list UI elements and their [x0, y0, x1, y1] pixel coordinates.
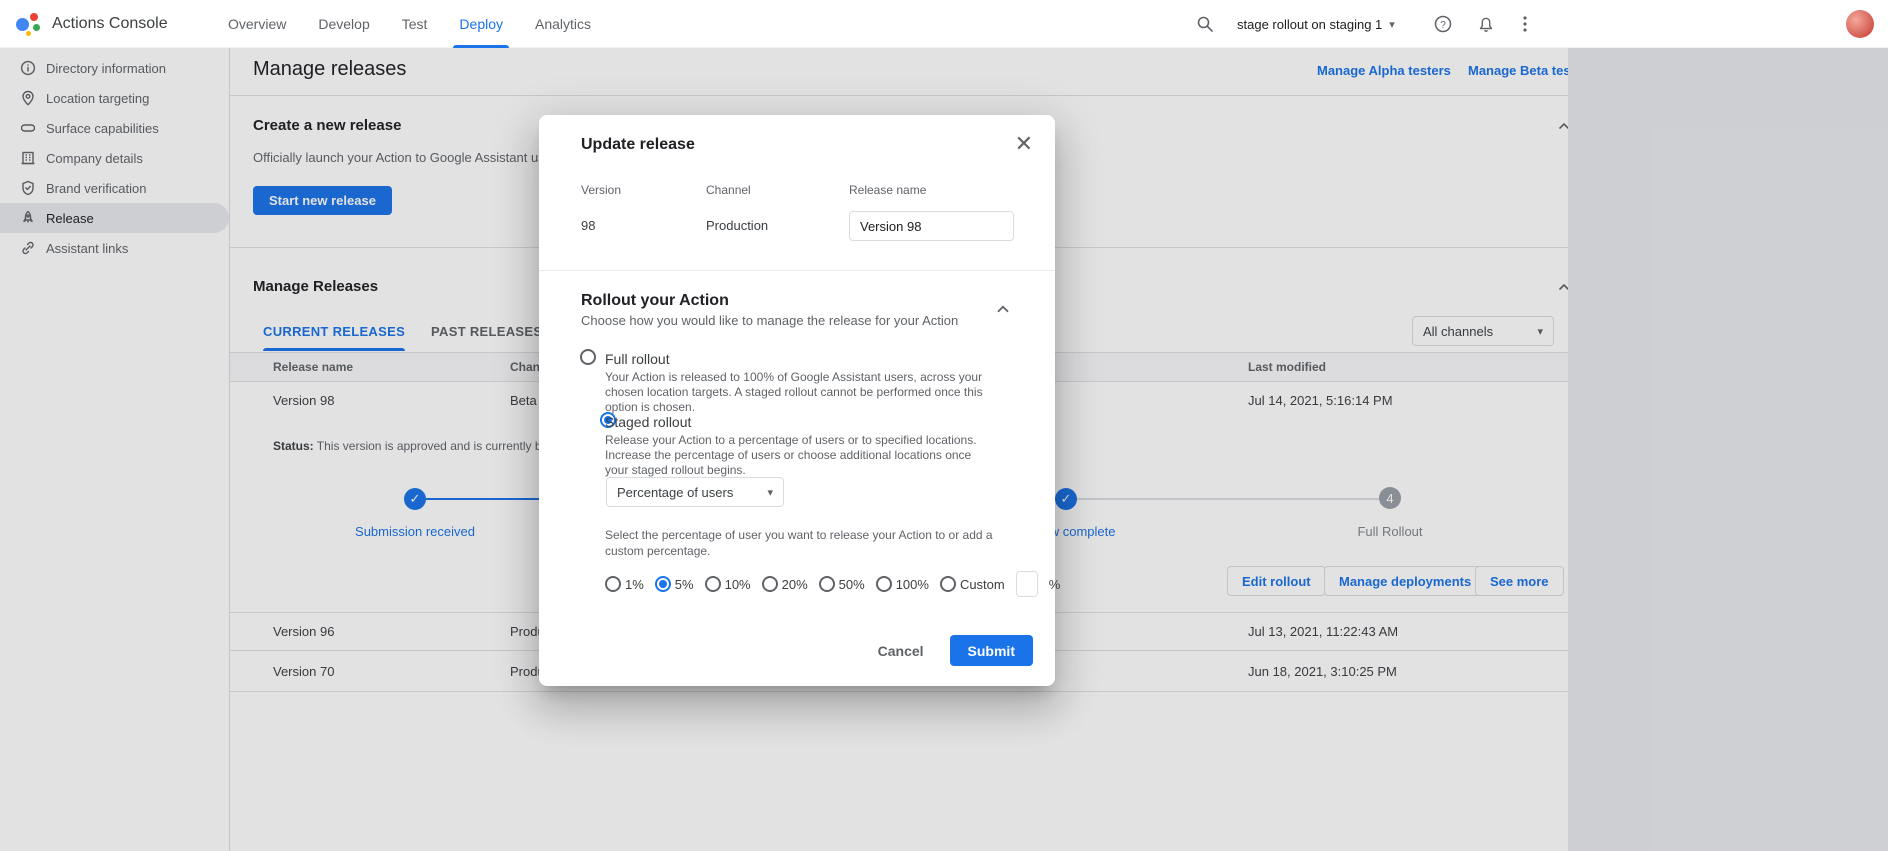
search-icon[interactable]: [1195, 14, 1215, 34]
release-name-label: Release name: [849, 183, 926, 197]
percentage-option-label: Custom: [960, 577, 1005, 592]
nav-tab-test[interactable]: Test: [386, 0, 444, 48]
dialog-title: Update release: [581, 136, 695, 154]
app-title: Actions Console: [52, 0, 168, 48]
version-label: Version: [581, 183, 621, 197]
user-avatar[interactable]: [1846, 10, 1874, 38]
full-rollout-label: Full rollout: [605, 351, 670, 367]
update-release-dialog: Update release ✕ Version Channel Release…: [539, 115, 1055, 686]
percentage-option-label: 10%: [725, 577, 751, 592]
percentage-option-20[interactable]: 20%: [762, 576, 808, 592]
rollout-section-subtitle: Choose how you would like to manage the …: [581, 313, 958, 328]
close-icon[interactable]: ✕: [1015, 134, 1033, 154]
chevron-down-icon: ▾: [767, 486, 773, 499]
percentage-option-label: 20%: [782, 577, 808, 592]
percentage-option-5[interactable]: 5%: [655, 576, 694, 592]
nav-tab-develop[interactable]: Develop: [302, 0, 385, 48]
collapse-rollout-icon[interactable]: [994, 300, 1012, 318]
radio-icon: [940, 576, 956, 592]
nav-tab-analytics[interactable]: Analytics: [519, 0, 607, 48]
radio-icon: [655, 576, 671, 592]
help-icon[interactable]: ?: [1433, 14, 1453, 34]
project-selector[interactable]: stage rollout on staging 1 ▾: [1237, 0, 1395, 48]
project-selector-label: stage rollout on staging 1: [1237, 17, 1382, 32]
channel-value: Production: [706, 211, 768, 241]
chevron-down-icon: ▾: [1389, 18, 1395, 31]
rollout-section-title: Rollout your Action: [581, 292, 729, 310]
radio-icon: [705, 576, 721, 592]
percentage-options: 1% 5% 10% 20% 50% 100% Custom %: [605, 571, 1060, 597]
nav-tab-overview[interactable]: Overview: [212, 0, 302, 48]
svg-text:?: ?: [1440, 20, 1446, 31]
percentage-option-label: 1%: [625, 577, 644, 592]
percentage-option-50[interactable]: 50%: [819, 576, 865, 592]
full-rollout-radio[interactable]: [580, 349, 596, 365]
cancel-button[interactable]: Cancel: [878, 643, 924, 659]
percentage-option-label: 50%: [839, 577, 865, 592]
app-header: Actions Console Overview Develop Test De…: [0, 0, 1888, 48]
notifications-icon[interactable]: [1476, 14, 1496, 34]
radio-icon: [762, 576, 778, 592]
radio-icon: [819, 576, 835, 592]
percent-unit-label: %: [1049, 577, 1061, 592]
percentage-option-custom[interactable]: Custom: [940, 576, 1005, 592]
radio-icon: [605, 576, 621, 592]
submit-button[interactable]: Submit: [950, 635, 1033, 666]
percentage-option-label: 100%: [896, 577, 929, 592]
dialog-actions: Cancel Submit: [878, 635, 1033, 666]
percentage-option-100[interactable]: 100%: [876, 576, 929, 592]
rollout-type-value: Percentage of users: [617, 485, 733, 500]
dialog-divider: [539, 270, 1055, 271]
nav-tab-deploy[interactable]: Deploy: [443, 0, 519, 48]
version-value: 98: [581, 211, 595, 241]
percentage-option-label: 5%: [675, 577, 694, 592]
release-name-input[interactable]: [849, 211, 1014, 241]
staged-rollout-label: Staged rollout: [605, 414, 691, 430]
radio-icon: [876, 576, 892, 592]
staged-rollout-description: Release your Action to a percentage of u…: [605, 433, 997, 478]
more-vert-icon[interactable]: [1518, 14, 1532, 34]
channel-label: Channel: [706, 183, 751, 197]
rollout-type-select[interactable]: Percentage of users ▾: [606, 477, 784, 507]
custom-percentage-input[interactable]: [1016, 571, 1038, 597]
main-nav: Overview Develop Test Deploy Analytics: [212, 0, 607, 48]
percentage-note: Select the percentage of user you want t…: [605, 527, 995, 559]
percentage-option-1[interactable]: 1%: [605, 576, 644, 592]
percentage-option-10[interactable]: 10%: [705, 576, 751, 592]
full-rollout-description: Your Action is released to 100% of Googl…: [605, 370, 1000, 415]
actions-on-google-logo: [16, 11, 42, 37]
